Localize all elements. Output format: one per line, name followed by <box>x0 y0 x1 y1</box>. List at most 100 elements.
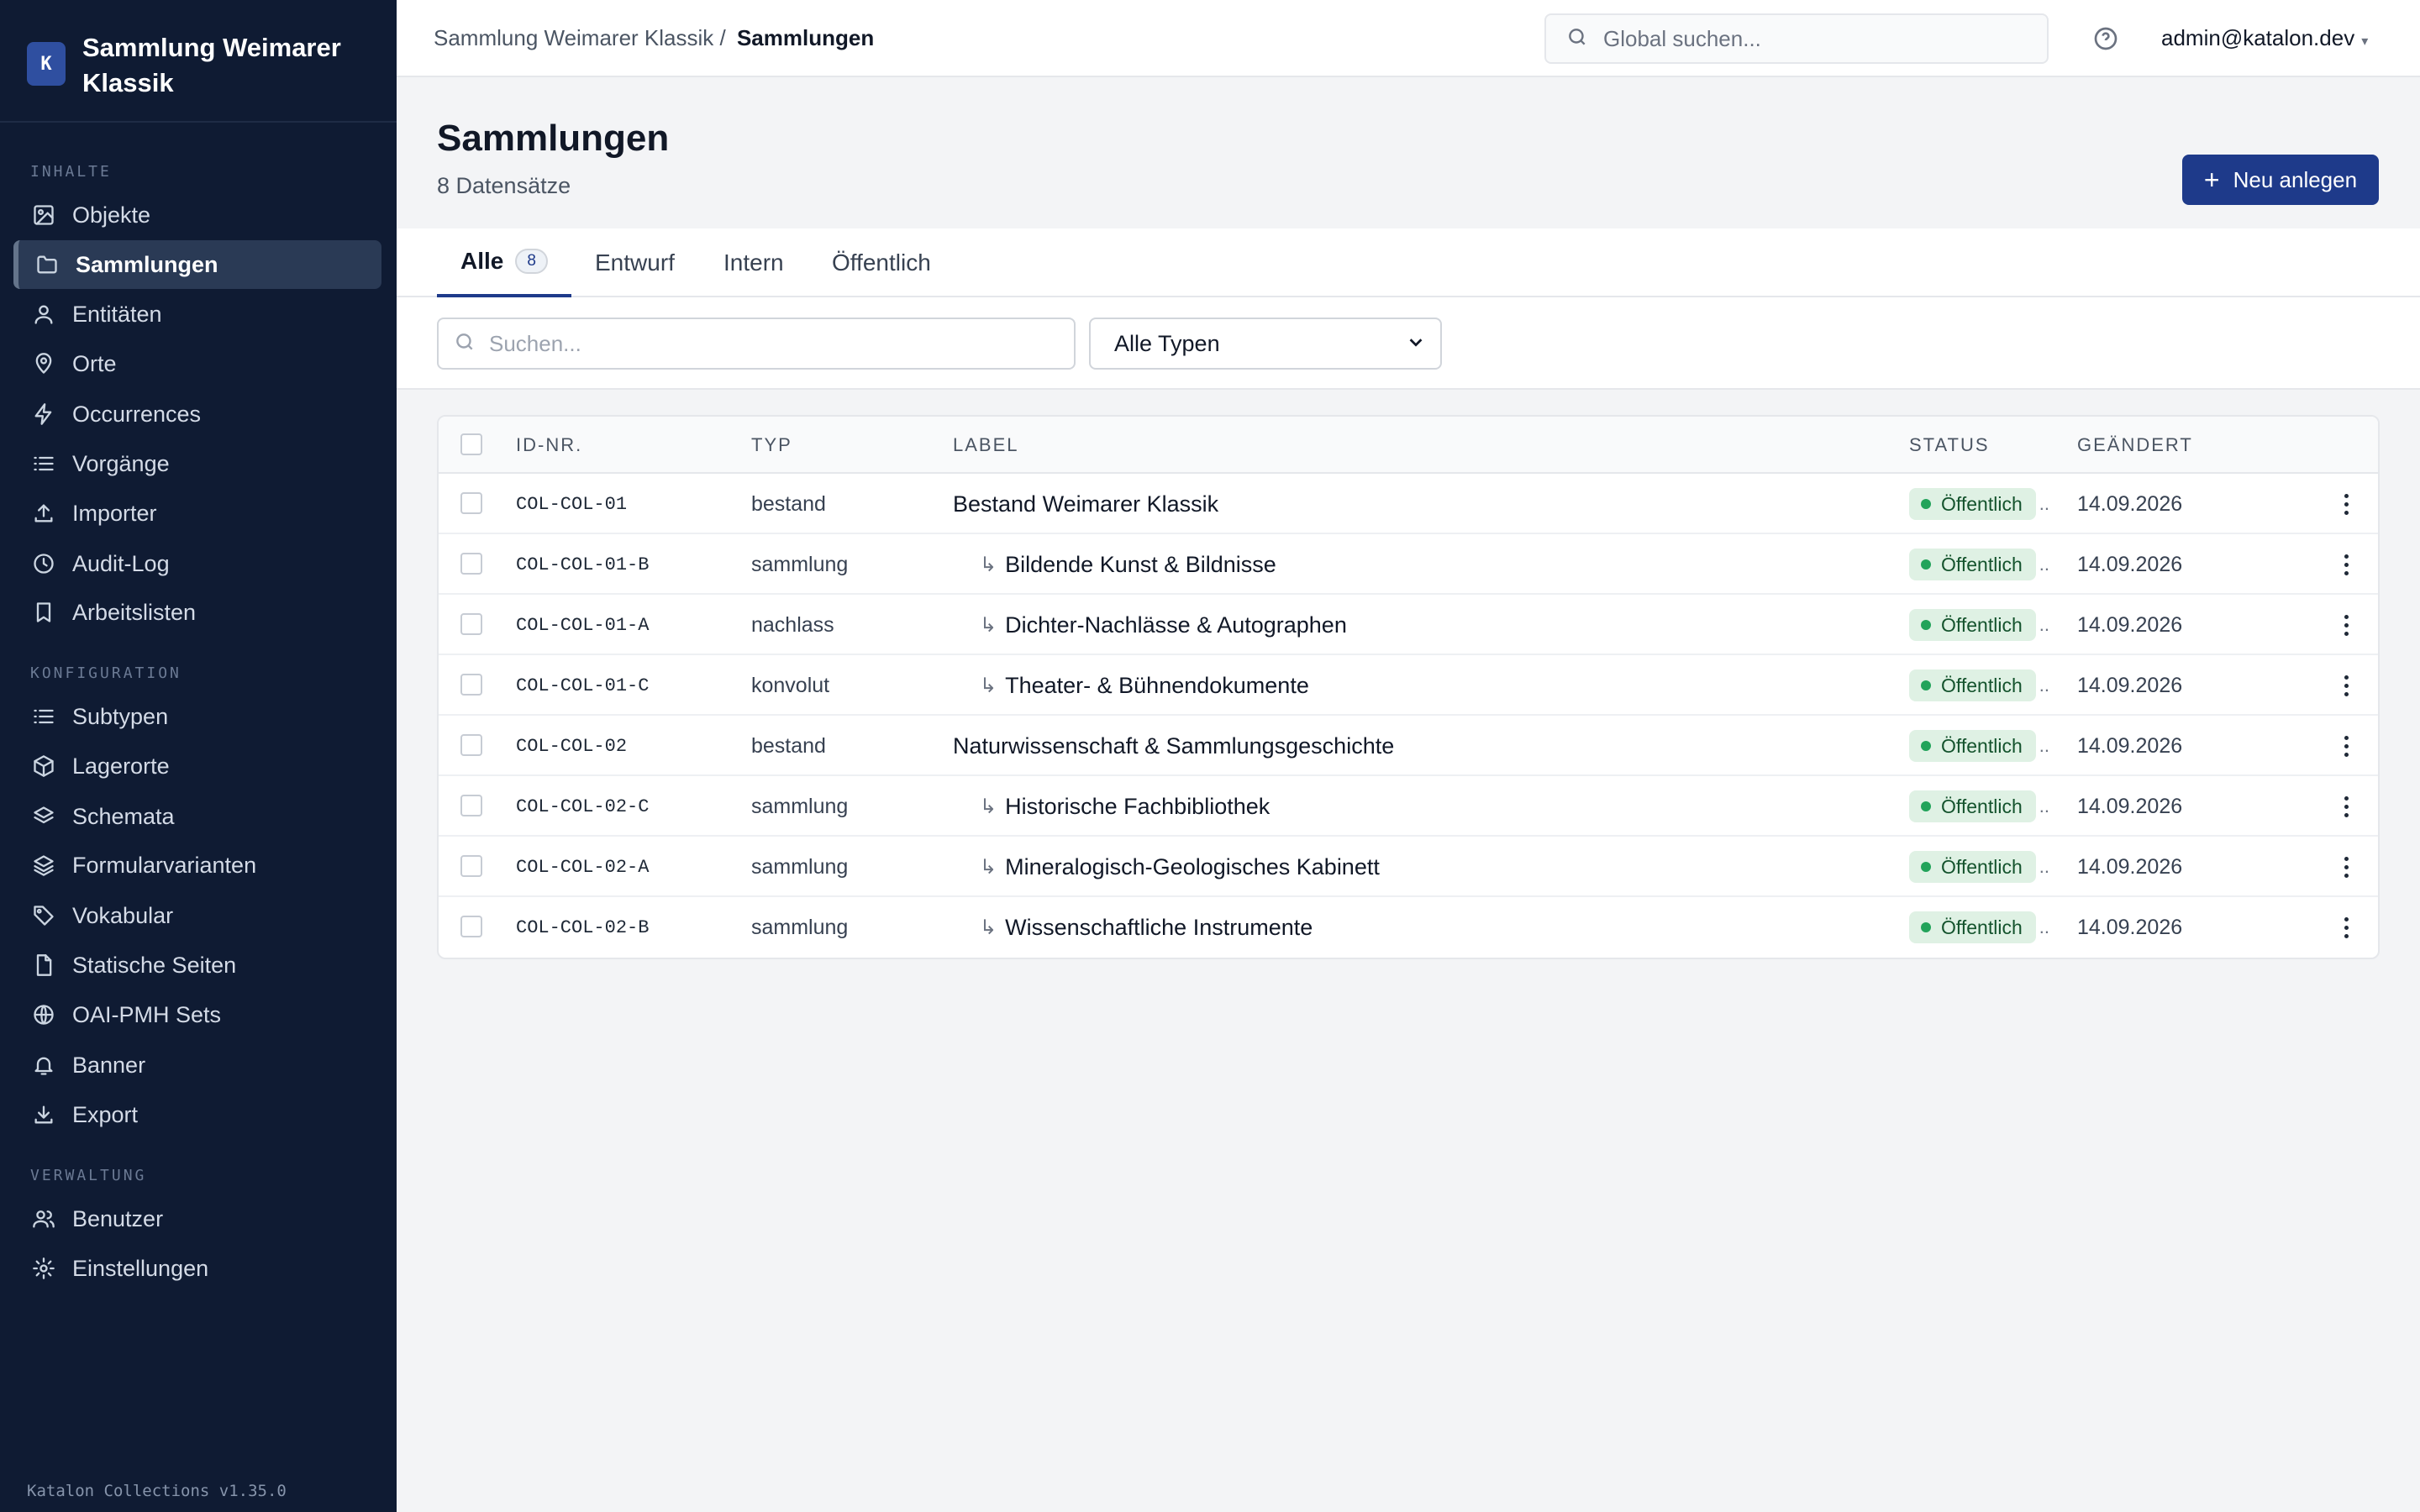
sidebar-item-schemata[interactable]: Schemata <box>13 792 381 841</box>
status-overflow: .. <box>2039 554 2049 575</box>
row-label[interactable]: Naturwissenschaft & Sammlungsgeschichte <box>953 716 1394 776</box>
sidebar-item-label: Objekte <box>72 202 151 228</box>
column-header-status[interactable]: STATUS <box>1909 417 1990 474</box>
table-search[interactable] <box>437 318 1076 370</box>
new-button[interactable]: + Neu anlegen <box>2182 155 2379 205</box>
sidebar-item-importer[interactable]: Importer <box>13 489 381 538</box>
table-row[interactable]: COL-COL-01 bestand Bestand Weimarer Klassi… <box>439 474 2378 534</box>
row-checkbox[interactable] <box>460 613 482 635</box>
table-row[interactable]: COL-COL-02-A sammlung ↳ Mineralogisch-Geolo… <box>439 837 2378 897</box>
row-type: sammlung <box>751 854 849 879</box>
sidebar-item-audit-log[interactable]: Audit-Log <box>13 539 381 588</box>
sidebar-item-formularvarianten[interactable]: Formularvarianten <box>13 841 381 890</box>
sidebar-item-einstellungen[interactable]: Einstellungen <box>13 1244 381 1293</box>
breadcrumb: Sammlung Weimarer Klassik / Sammlungen <box>434 25 874 51</box>
sidebar-item-export[interactable]: Export <box>13 1090 381 1139</box>
column-header-type[interactable]: TYP <box>751 417 792 474</box>
row-checkbox[interactable] <box>460 492 482 514</box>
map-pin-icon <box>30 350 57 377</box>
row-menu-icon[interactable] <box>2339 534 2353 595</box>
sidebar-item-label: Vokabular <box>72 902 174 928</box>
global-search[interactable] <box>1544 13 2049 64</box>
file-icon <box>30 952 57 979</box>
nav-section-konfiguration: KONFIGURATION <box>30 664 182 682</box>
help-circle-icon[interactable] <box>2092 25 2119 52</box>
column-header-label[interactable]: LABEL <box>953 417 1019 474</box>
row-label[interactable]: ↳ Bildende Kunst & Bildnisse <box>980 534 1276 595</box>
tab-alle[interactable]: Alle 8 <box>437 228 571 297</box>
tab-entwurf[interactable]: Entwurf <box>595 228 675 297</box>
table-row[interactable]: COL-COL-02-C sammlung ↳ Historische Fachbib… <box>439 776 2378 837</box>
table-row[interactable]: COL-COL-02 bestand Naturwissenschaft & Sam… <box>439 716 2378 776</box>
sidebar-item-statische-seiten[interactable]: Statische Seiten <box>13 941 381 990</box>
row-label[interactable]: ↳ Theater- & Bühnendokumente <box>980 655 1309 716</box>
record-count: 8 Datensätze <box>437 173 571 198</box>
row-menu-icon[interactable] <box>2339 474 2353 534</box>
sidebar-item-label: Importer <box>72 500 157 526</box>
table-row[interactable]: COL-COL-02-B sammlung ↳ Wissenschaftliche I… <box>439 897 2378 958</box>
sidebar-item-orte[interactable]: Orte <box>13 339 381 388</box>
row-menu-icon[interactable] <box>2339 837 2353 897</box>
breadcrumb-root[interactable]: Sammlung Weimarer Klassik / <box>434 25 726 50</box>
row-label[interactable]: Bestand Weimarer Klassik <box>953 474 1218 534</box>
table-row[interactable]: COL-COL-01-C konvolut ↳ Theater- & Bühnendo… <box>439 655 2378 716</box>
row-menu-icon[interactable] <box>2339 595 2353 655</box>
row-checkbox[interactable] <box>460 795 482 816</box>
app-logo: K <box>27 42 66 86</box>
status-badge: Öffentlich <box>1909 669 2036 701</box>
row-menu-icon[interactable] <box>2339 897 2353 958</box>
table-search-input[interactable] <box>489 330 1060 357</box>
sidebar-item-label: Banner <box>72 1052 146 1078</box>
row-label-text: Bestand Weimarer Klassik <box>953 491 1219 517</box>
list-icon <box>30 703 57 730</box>
column-header-changed[interactable]: GEÄNDERT <box>2077 417 2193 474</box>
tab-count-badge: 8 <box>515 249 548 274</box>
table-row[interactable]: COL-COL-01-B sammlung ↳ Bildende Kunst & Bi… <box>439 534 2378 595</box>
row-changed-date: 14.09.2026 <box>2077 612 2183 637</box>
type-select[interactable]: Alle Typen <box>1089 318 1442 370</box>
row-menu-icon[interactable] <box>2339 716 2353 776</box>
table-row[interactable]: COL-COL-01-A nachlass ↳ Dichter-Nachlässe &… <box>439 595 2378 655</box>
status-dot-icon <box>1921 922 1931 932</box>
sidebar-item-subtypen[interactable]: Subtypen <box>13 692 381 741</box>
child-arrow-icon: ↳ <box>980 613 997 637</box>
image-icon <box>30 202 57 228</box>
user-menu[interactable]: admin@katalon.dev ▾ <box>2161 25 2368 51</box>
tab-intern[interactable]: Intern <box>723 228 784 297</box>
sidebar-item-benutzer[interactable]: Benutzer <box>13 1194 381 1243</box>
clock-icon <box>30 550 57 577</box>
sidebar-item-sammlungen[interactable]: Sammlungen <box>13 240 381 289</box>
sidebar-item-vorgaenge[interactable]: Vorgänge <box>13 439 381 488</box>
sidebar-item-lagerorte[interactable]: Lagerorte <box>13 742 381 790</box>
row-id: COL-COL-01-B <box>516 554 650 575</box>
row-label[interactable]: ↳ Wissenschaftliche Instrumente <box>980 897 1313 958</box>
brand[interactable]: K Sammlung Weimarer Klassik <box>0 0 397 123</box>
user-email: admin@katalon.dev <box>2161 25 2355 50</box>
sidebar-item-banner[interactable]: Banner <box>13 1041 381 1089</box>
sidebar-item-objekte[interactable]: Objekte <box>13 191 381 239</box>
global-search-input[interactable] <box>1603 25 2040 52</box>
sidebar-item-label: Formularvarianten <box>72 852 257 878</box>
row-label[interactable]: ↳ Historische Fachbibliothek <box>980 776 1270 837</box>
row-menu-icon[interactable] <box>2339 776 2353 837</box>
status-badge: Öffentlich <box>1909 730 2036 762</box>
row-checkbox[interactable] <box>460 553 482 575</box>
row-menu-icon[interactable] <box>2339 655 2353 716</box>
select-all-checkbox[interactable] <box>460 433 482 455</box>
layers-icon <box>30 852 57 879</box>
row-label-text: Historische Fachbibliothek <box>1005 793 1270 819</box>
tab-oeffentlich[interactable]: Öffentlich <box>832 228 931 297</box>
sidebar-item-arbeitslisten[interactable]: Arbeitslisten <box>13 588 381 637</box>
sidebar-item-vokabular[interactable]: Vokabular <box>13 891 381 940</box>
folder-icon <box>34 251 60 278</box>
column-header-id[interactable]: ID-NR. <box>516 417 582 474</box>
row-label[interactable]: ↳ Dichter-Nachlässe & Autographen <box>980 595 1347 655</box>
sidebar-item-occurrences[interactable]: Occurrences <box>13 390 381 438</box>
row-label[interactable]: ↳ Mineralogisch-Geologisches Kabinett <box>980 837 1380 897</box>
sidebar-item-oai-pmh-sets[interactable]: OAI-PMH Sets <box>13 990 381 1039</box>
sidebar-item-entitaeten[interactable]: Entitäten <box>13 290 381 339</box>
row-checkbox[interactable] <box>460 734 482 756</box>
row-checkbox[interactable] <box>460 674 482 696</box>
row-checkbox[interactable] <box>460 916 482 937</box>
row-checkbox[interactable] <box>460 855 482 877</box>
